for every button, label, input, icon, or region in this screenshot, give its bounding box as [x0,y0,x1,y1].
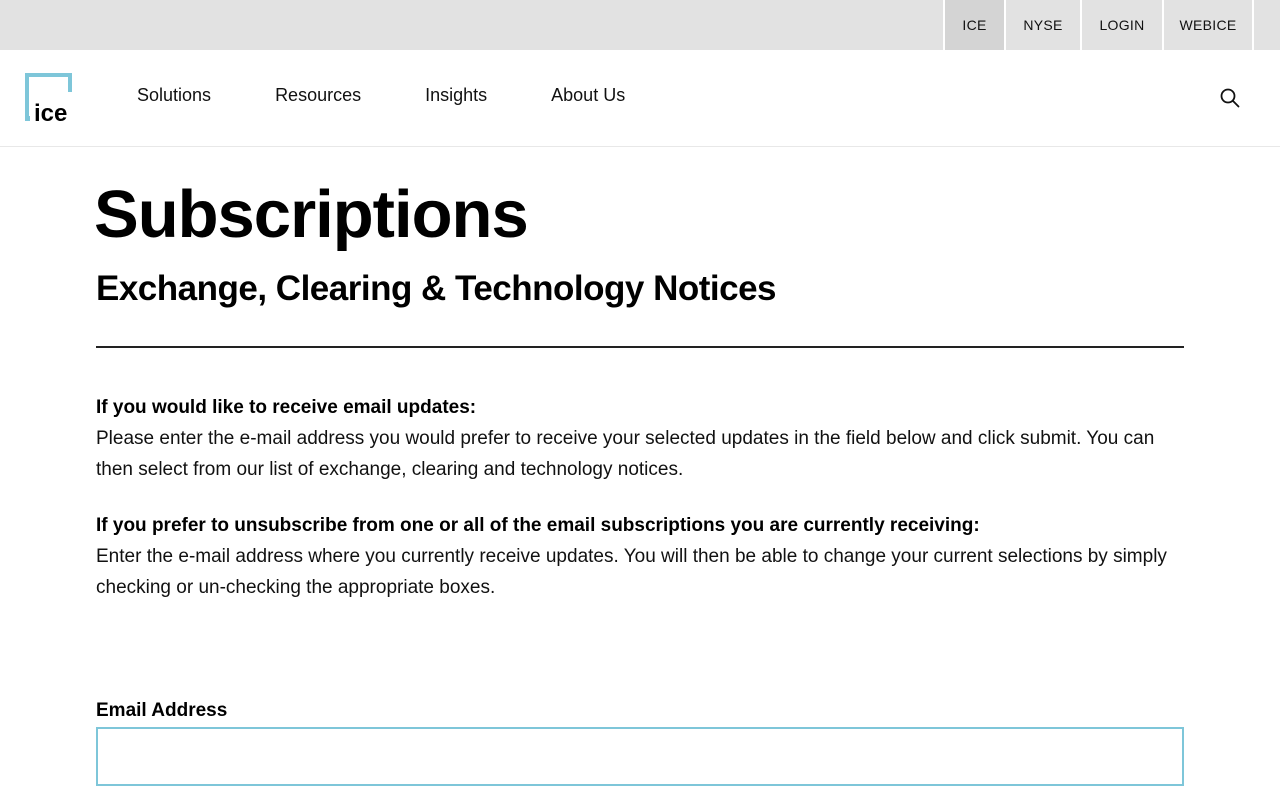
info-text: Enter the e-mail address where you curre… [96,546,1167,598]
utility-links: ICE NYSE LOGIN WEBICE [943,0,1254,50]
utility-bar: ICE NYSE LOGIN WEBICE [0,0,1280,50]
nav-items: Solutions Resources Insights About Us [137,50,689,140]
info-text: Please enter the e-mail address you woul… [96,428,1155,480]
utility-link-webice[interactable]: WEBICE [1162,0,1254,50]
page-title: Subscriptions [94,177,529,252]
divider [96,346,1184,348]
info-heading: If you would like to receive email updat… [96,397,477,418]
ice-logo-icon: ice [25,73,72,127]
search-icon [1220,88,1240,108]
ice-logo[interactable]: ice [24,72,76,127]
nav-item-about-us[interactable]: About Us [551,85,625,106]
search-button[interactable] [1216,84,1244,112]
main-nav: ice Solutions Resources Insights About U… [0,50,1280,147]
nav-item-solutions[interactable]: Solutions [137,85,211,106]
nav-item-insights[interactable]: Insights [425,85,487,106]
info-block-unsubscribe: If you prefer to unsubscribe from one or… [96,510,1184,603]
nav-item-resources[interactable]: Resources [275,85,361,106]
info-block-subscribe: If you would like to receive email updat… [96,392,1184,485]
utility-link-login[interactable]: LOGIN [1080,0,1162,50]
utility-link-ice[interactable]: ICE [943,0,1004,50]
email-input[interactable] [96,727,1184,786]
svg-text:ice: ice [34,100,67,124]
info-heading: If you prefer to unsubscribe from one or… [96,515,980,536]
utility-link-nyse[interactable]: NYSE [1004,0,1080,50]
page-subtitle: Exchange, Clearing & Technology Notices [96,269,777,308]
email-label: Email Address [96,700,228,721]
